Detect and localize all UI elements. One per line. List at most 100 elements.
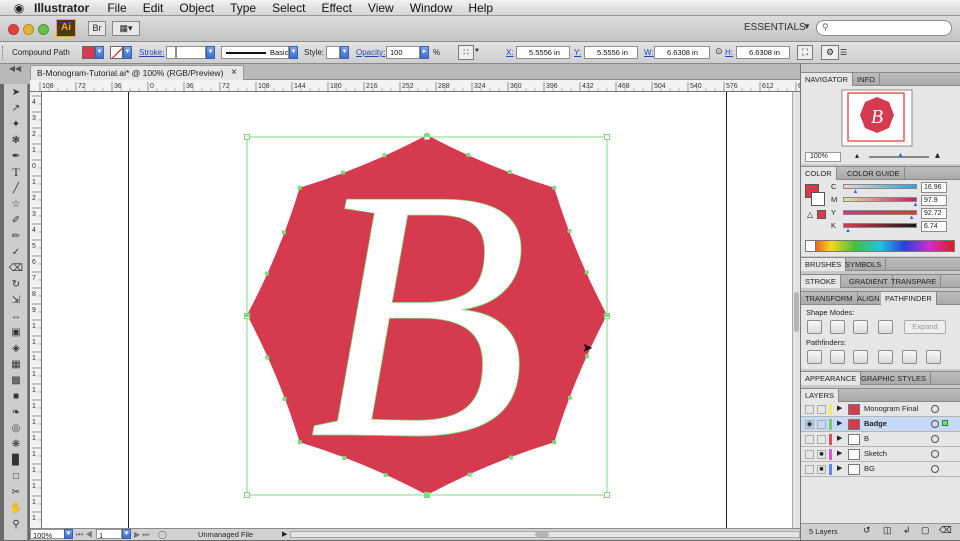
stroke-swatch[interactable]	[110, 46, 123, 59]
arrange-documents-icon[interactable]: ▦▾	[112, 21, 140, 36]
layer-name[interactable]: BG	[864, 462, 875, 476]
minimize-window-icon[interactable]	[23, 24, 34, 35]
zoom-window-icon[interactable]	[38, 24, 49, 35]
opacity-dropdown[interactable]: ►	[420, 46, 429, 59]
column-graph-tool-icon[interactable]: ▉	[6, 453, 26, 468]
h-input[interactable]: 6.6308 in	[736, 46, 790, 59]
resize-handle[interactable]	[244, 134, 250, 140]
layer-row[interactable]: ◉ ▶ Badge	[801, 417, 960, 432]
navigator-zoom-field[interactable]: 100%	[805, 152, 841, 162]
artboard-tool-icon[interactable]: □	[6, 469, 26, 484]
free-transform-tool-icon[interactable]: ▣	[6, 325, 26, 340]
layer-name[interactable]: Badge	[864, 417, 887, 431]
merge-button[interactable]	[853, 350, 868, 364]
tab-transform[interactable]: TRANSFORM	[801, 292, 858, 305]
hand-tool-icon[interactable]: ✋	[6, 501, 26, 516]
grip-icon[interactable]	[2, 46, 5, 60]
anchor-point[interactable]	[297, 440, 302, 445]
menu-type[interactable]: Type	[222, 1, 264, 15]
trash-icon[interactable]: ⌫	[939, 525, 952, 536]
next-artboard-icon[interactable]: ▶ ⏭	[134, 529, 150, 540]
scroll-thumb[interactable]	[794, 292, 799, 332]
slider-thumb-icon[interactable]: ▲	[853, 189, 859, 195]
anchor-point[interactable]	[552, 440, 557, 445]
fill-swatch[interactable]	[82, 46, 95, 59]
status-menu-icon[interactable]: ▶	[282, 529, 287, 540]
app-menu[interactable]: Illustrator	[30, 1, 99, 15]
fill-dropdown[interactable]: ▼	[95, 46, 104, 59]
zoom-in-icon[interactable]: ▴	[935, 150, 940, 161]
target-icon[interactable]	[931, 435, 939, 443]
anchor-point[interactable]	[245, 313, 249, 317]
expand-button[interactable]: Expand	[904, 320, 946, 334]
slider-thumb-icon[interactable]: ▲	[912, 202, 918, 208]
layer-row[interactable]: ▶ B	[801, 432, 960, 447]
constrain-proportions-icon[interactable]: ⊙	[715, 46, 723, 57]
horizontal-ruler[interactable]: 108 72 36 0 36 72 108 144 180 216 252 288 324 360 396 4…	[30, 80, 800, 92]
artboard-number-field[interactable]: 1	[96, 529, 122, 540]
anchor-point[interactable]	[567, 229, 572, 234]
horizontal-scrollbar[interactable]	[290, 531, 800, 538]
slider-thumb-icon[interactable]: ▲	[845, 228, 851, 234]
color-channel-value[interactable]: 97.9	[921, 195, 947, 206]
scale-tool-icon[interactable]: ⇲	[6, 293, 26, 308]
color-channel-value[interactable]: 16.96	[921, 182, 947, 193]
anchor-point[interactable]	[297, 185, 302, 190]
vertical-scrollbar[interactable]	[792, 92, 800, 528]
close-tab-icon[interactable]: ×	[231, 66, 237, 80]
zoom-tool-icon[interactable]: ⚲	[6, 517, 26, 532]
anchor-point[interactable]	[281, 230, 286, 235]
menu-file[interactable]: File	[99, 1, 134, 15]
color-channel-value[interactable]: 92.72	[921, 208, 947, 219]
locate-object-icon[interactable]: ↺	[863, 525, 871, 536]
search-field[interactable]: ⚲	[816, 20, 952, 36]
layer-name[interactable]: Monogram Final	[864, 402, 918, 416]
tab-stroke[interactable]: STROKE	[801, 275, 841, 288]
zoom-dropdown[interactable]: ▼	[64, 529, 73, 539]
pen-tool-icon[interactable]: ✒	[6, 149, 26, 164]
panel-menu-icon[interactable]: ☰	[840, 45, 852, 60]
anchor-point[interactable]	[264, 271, 269, 276]
target-icon[interactable]	[931, 465, 939, 473]
resize-handle[interactable]	[244, 492, 250, 498]
h-scroll-thumb[interactable]	[535, 532, 549, 537]
tab-symbols[interactable]: SYMBOLS	[841, 258, 887, 271]
artboard-dropdown[interactable]: ▼	[122, 529, 131, 539]
expand-layer-icon[interactable]: ▶	[837, 432, 842, 446]
web-safe-swatch[interactable]	[817, 210, 826, 219]
stroke-weight-input[interactable]	[176, 46, 206, 59]
none-color-swatch[interactable]	[806, 241, 816, 251]
eraser-tool-icon[interactable]: ⌫	[6, 261, 26, 276]
slice-tool-icon[interactable]: ✂	[6, 485, 26, 500]
stroke-weight-stepper[interactable]	[166, 46, 176, 59]
star-tool-icon[interactable]: ☆	[6, 197, 26, 212]
divide-button[interactable]	[807, 350, 822, 364]
menu-window[interactable]: Window	[402, 1, 461, 15]
anchor-point[interactable]	[568, 395, 573, 400]
menu-object[interactable]: Object	[171, 1, 222, 15]
tab-pathfinder[interactable]: PATHFINDER	[881, 292, 937, 305]
target-icon[interactable]	[931, 405, 939, 413]
blend-tool-icon[interactable]: ◎	[6, 421, 26, 436]
lock-icon[interactable]: ■	[817, 465, 826, 474]
symbol-sprayer-tool-icon[interactable]: ❋	[6, 437, 26, 452]
expand-layer-icon[interactable]: ▶	[837, 462, 842, 476]
expand-layer-icon[interactable]: ▶	[837, 447, 842, 461]
magic-wand-tool-icon[interactable]: ✦	[6, 117, 26, 132]
resize-handle[interactable]	[604, 134, 610, 140]
anchor-point[interactable]	[282, 396, 287, 401]
selection-indicator[interactable]	[942, 420, 948, 426]
layer-name[interactable]: Sketch	[864, 447, 887, 461]
tab-transparency[interactable]: TRANSPARE	[887, 275, 942, 288]
pencil-tool-icon[interactable]: ✏	[6, 229, 26, 244]
rotate-tool-icon[interactable]: ↻	[6, 277, 26, 292]
outline-button[interactable]	[902, 350, 917, 364]
lasso-tool-icon[interactable]: ❃	[6, 133, 26, 148]
vertical-ruler[interactable]: 4 3 2 1 0 1 2 3 4 5 6 7 8 9 1 1 1 1 1 1 1 1 1 1 1 1 1	[30, 92, 42, 528]
exclude-button[interactable]	[878, 320, 893, 334]
selection-tool-icon[interactable]: ➤	[6, 85, 26, 100]
paintbrush-tool-icon[interactable]: ✐	[6, 213, 26, 228]
slider-thumb-icon[interactable]: ▲	[909, 215, 915, 221]
menu-help[interactable]: Help	[460, 1, 501, 15]
visibility-toggle[interactable]	[805, 405, 814, 414]
